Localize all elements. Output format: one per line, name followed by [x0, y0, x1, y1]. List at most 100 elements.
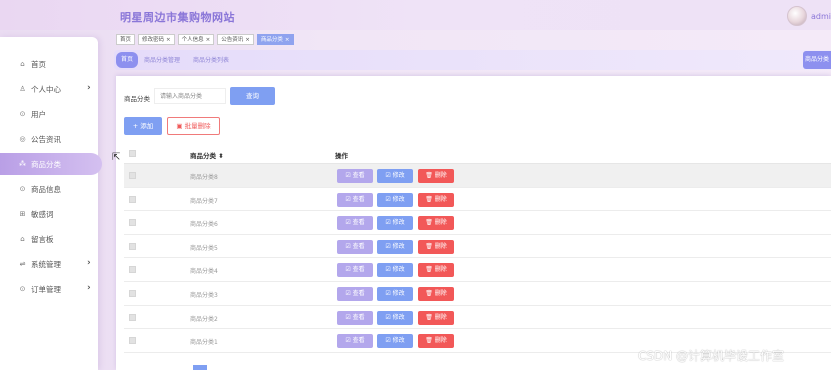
row-checkbox[interactable] [129, 242, 136, 250]
sidebar-item-8[interactable]: ⇌ 系统管理 › [0, 253, 98, 275]
user-circle-icon: ⊙ [19, 110, 26, 118]
breadcrumb-level2: 商品分类列表 [193, 57, 230, 64]
view-button[interactable]: ☑ 查看 [337, 239, 373, 254]
sidebar-item-label: 公告资讯 [31, 134, 61, 144]
close-icon[interactable]: × [285, 37, 290, 43]
row-checkbox[interactable] [129, 195, 136, 203]
tab-label: 首页 [120, 37, 132, 43]
notice-icon: ◎ [19, 135, 26, 143]
table-row[interactable]: 商品分类8 ☑ 查看 ☑ 修改 🗑 删除 [124, 164, 831, 188]
sidebar-item-0[interactable]: ⌂ 首页 [0, 53, 98, 75]
table-row[interactable]: 商品分类4 ☑ 查看 ☑ 修改 🗑 删除 [124, 258, 831, 282]
delete-button[interactable]: 🗑 删除 [418, 216, 454, 231]
home-icon: ⌂ [20, 60, 25, 68]
sidebar-item-9[interactable]: ⊙ 订单管理 › [0, 278, 98, 300]
delete-button[interactable]: 🗑 删除 [418, 334, 454, 349]
view-button[interactable]: ☑ 查看 [337, 287, 373, 301]
sidebar-item-4[interactable]: ⁂ 商品分类 [0, 153, 102, 175]
table-header: 商品分类 ⬍ 操作 [124, 144, 831, 164]
view-button[interactable]: ☑ 查看 [337, 169, 373, 183]
message-icon: ⌂ [20, 235, 25, 243]
pagination[interactable] [193, 365, 207, 370]
edit-button[interactable]: ☑ 修改 [377, 334, 413, 349]
sidebar-item-label: 商品分类 [31, 159, 61, 169]
edit-button[interactable]: ☑ 修改 [377, 239, 413, 254]
view-button[interactable]: ☑ 查看 [337, 310, 373, 325]
view-button[interactable]: ☑ 查看 [337, 334, 373, 349]
edit-button[interactable]: ☑ 修改 [377, 263, 413, 278]
category-name-cell: 商品分类4 [190, 268, 218, 276]
edit-button[interactable]: ☑ 修改 [377, 192, 413, 207]
row-checkbox[interactable] [129, 172, 136, 179]
tab-2[interactable]: 个人信息 × [177, 34, 215, 45]
keyword-icon: ⊞ [19, 210, 26, 218]
row-checkbox[interactable] [129, 337, 136, 345]
table-row[interactable]: 商品分类6 ☑ 查看 ☑ 修改 🗑 删除 [124, 211, 831, 235]
edit-button[interactable]: ☑ 修改 [377, 169, 413, 183]
table-row[interactable]: 商品分类7 ☑ 查看 ☑ 修改 🗑 删除 [124, 187, 831, 212]
system-icon: ⇌ [19, 260, 26, 268]
row-checkbox[interactable] [129, 266, 136, 274]
category-name-cell: 商品分类6 [190, 221, 218, 229]
table-row[interactable]: 商品分类5 ☑ 查看 ☑ 修改 🗑 删除 [124, 234, 831, 259]
select-all-checkbox[interactable] [129, 150, 136, 157]
chevron-right-icon: › [87, 283, 91, 293]
chevron-right-icon: › [87, 83, 91, 93]
sidebar-item-label: 用户 [31, 109, 46, 119]
delete-button[interactable]: 🗑 删除 [418, 287, 454, 301]
delete-button[interactable]: 🗑 删除 [418, 192, 454, 207]
tab-0[interactable]: 首页 [116, 34, 136, 45]
sidebar-item-label: 留言板 [31, 234, 54, 244]
delete-button[interactable]: 🗑 删除 [418, 239, 454, 254]
tab-3[interactable]: 公告资讯 × [217, 34, 254, 45]
sidebar-item-7[interactable]: ⌂ 留言板 [0, 228, 98, 250]
sidebar-item-label: 个人中心 [31, 84, 61, 94]
add-button[interactable]: + 添加 [124, 117, 162, 135]
edit-button[interactable]: ☑ 修改 [377, 310, 413, 325]
sidebar-item-2[interactable]: ⊙ 用户 [0, 103, 98, 125]
row-checkbox[interactable] [129, 219, 136, 227]
table-row[interactable]: 商品分类2 ☑ 查看 ☑ 修改 🗑 删除 [124, 305, 831, 330]
breadcrumb-right-label: 商品分类 [803, 51, 831, 69]
view-button[interactable]: ☑ 查看 [337, 216, 373, 231]
tab-1[interactable]: 修改密码 × [138, 34, 175, 45]
sidebar-item-6[interactable]: ⊞ 敏感词 [0, 203, 98, 225]
tab-4[interactable]: 商品分类 × [256, 34, 294, 45]
view-button[interactable]: ☑ 查看 [337, 263, 373, 278]
category-name-cell: 商品分类5 [190, 244, 218, 252]
batch-delete-button[interactable]: ▣ 批量删除 [167, 117, 220, 135]
breadcrumb-home[interactable]: 首页 [116, 52, 139, 68]
row-checkbox[interactable] [129, 313, 136, 321]
sidebar-item-5[interactable]: ⊙ 商品信息 [0, 178, 98, 200]
tags-bar: 首页 修改密码 × 个人信息 × 公告资讯 × 商品分类 × [116, 34, 294, 45]
close-icon[interactable]: × [166, 37, 171, 43]
close-icon[interactable]: × [206, 37, 211, 43]
category-name-cell: 商品分类8 [190, 174, 218, 181]
category-name-cell: 商品分类7 [190, 197, 218, 205]
column-header-category[interactable]: 商品分类 ⬍ [190, 150, 224, 160]
search-input[interactable]: 请输入商品分类 [154, 88, 226, 104]
close-icon[interactable]: × [245, 37, 250, 43]
edit-button[interactable]: ☑ 修改 [377, 216, 413, 231]
delete-button[interactable]: 🗑 删除 [418, 310, 454, 325]
table-row[interactable]: 商品分类3 ☑ 查看 ☑ 修改 🗑 删除 [124, 282, 831, 306]
sidebar-item-1[interactable]: ♙ 个人中心 › [0, 78, 98, 100]
watermark: CSDN @计算机毕设工作室 [638, 349, 785, 363]
edit-button[interactable]: ☑ 修改 [377, 287, 413, 301]
view-button[interactable]: ☑ 查看 [337, 192, 373, 207]
sidebar-item-label: 商品信息 [31, 184, 61, 194]
tab-label: 个人信息 [181, 37, 204, 43]
user-icon: ♙ [19, 85, 26, 93]
category-name-cell: 商品分类1 [190, 339, 218, 347]
search-button[interactable]: 查询 [230, 87, 275, 105]
sidebar-item-3[interactable]: ◎ 公告资讯 [0, 128, 98, 150]
site-title: 明星周边市集购物网站 [120, 11, 235, 24]
sidebar-item-label: 订单管理 [31, 284, 61, 294]
row-checkbox[interactable] [129, 290, 136, 297]
user-name[interactable]: admin [811, 12, 831, 21]
breadcrumb-level1[interactable]: 商品分类管理 [144, 55, 180, 64]
delete-button[interactable]: 🗑 删除 [418, 263, 454, 278]
avatar[interactable] [787, 6, 807, 26]
chevron-right-icon: › [87, 258, 91, 268]
delete-button[interactable]: 🗑 删除 [418, 169, 454, 183]
